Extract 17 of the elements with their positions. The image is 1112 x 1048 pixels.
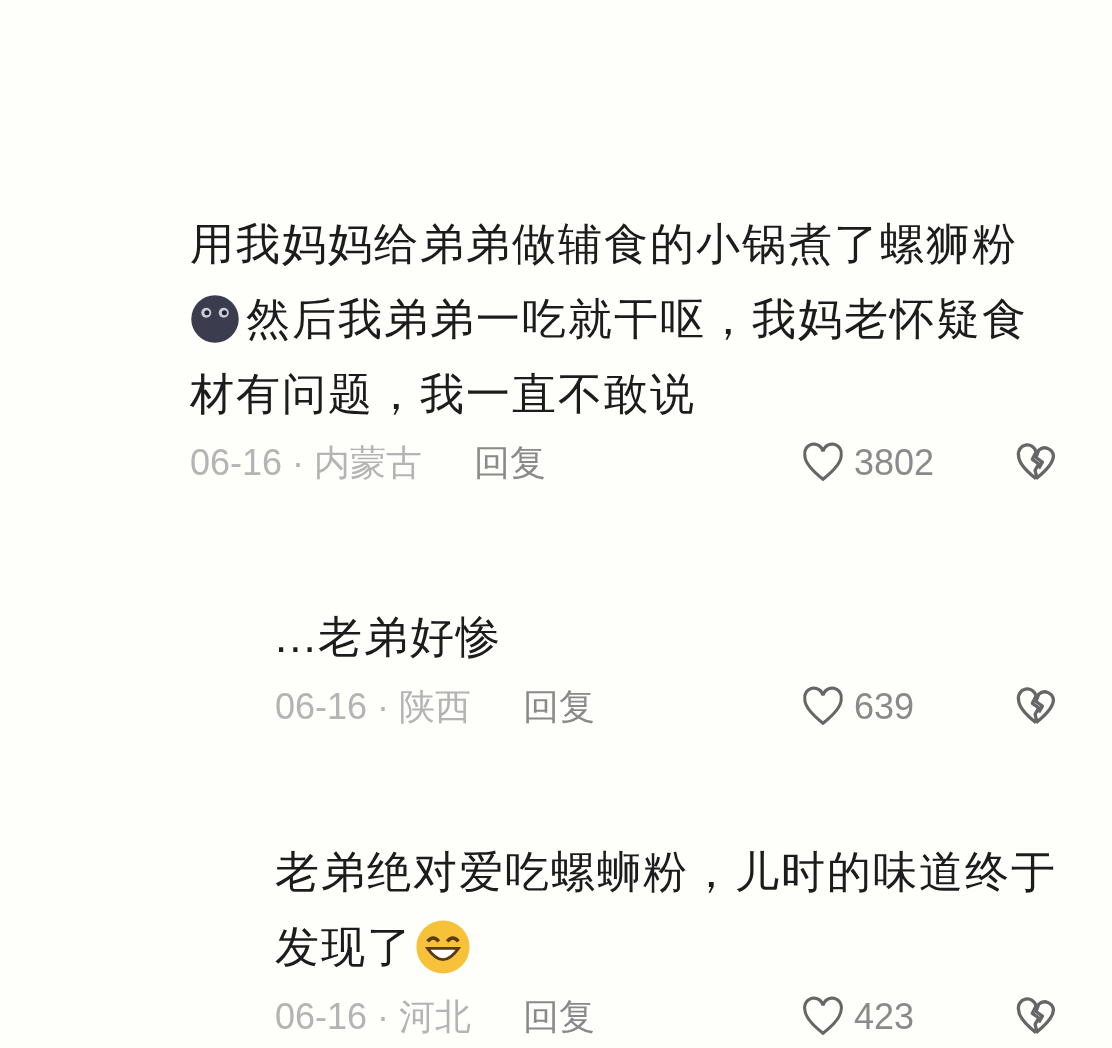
comment-text: ...老弟好惨	[275, 611, 502, 663]
like-count: 423	[854, 995, 915, 1039]
like-count: 3802	[854, 441, 935, 485]
comment-text: 材有问题，我一直不敢说	[190, 368, 696, 420]
comment-date-location: 06-16 · 内蒙古	[190, 441, 423, 485]
like-count: 639	[854, 685, 915, 729]
reply-button[interactable]: 回复	[474, 436, 547, 490]
comment-text: 发现了	[275, 921, 413, 973]
comment-text: 老弟绝对爱吃螺蛳粉，儿时的味道终于	[275, 846, 1057, 898]
comment-text: 然后我弟弟一吃就干呕，我妈老怀疑食	[246, 293, 1028, 345]
reply-button[interactable]: 回复	[523, 990, 596, 1044]
moon-face-icon	[190, 293, 240, 344]
comment-text: 用我妈妈给弟弟做辅食的小锅煮了螺狮粉	[190, 218, 1018, 270]
reply-button[interactable]: 回复	[523, 680, 596, 734]
comment-date-location: 06-16 · 陕西	[275, 685, 472, 729]
comment-date-location: 06-16 · 河北	[275, 995, 472, 1039]
grinning-face-icon	[415, 918, 471, 975]
